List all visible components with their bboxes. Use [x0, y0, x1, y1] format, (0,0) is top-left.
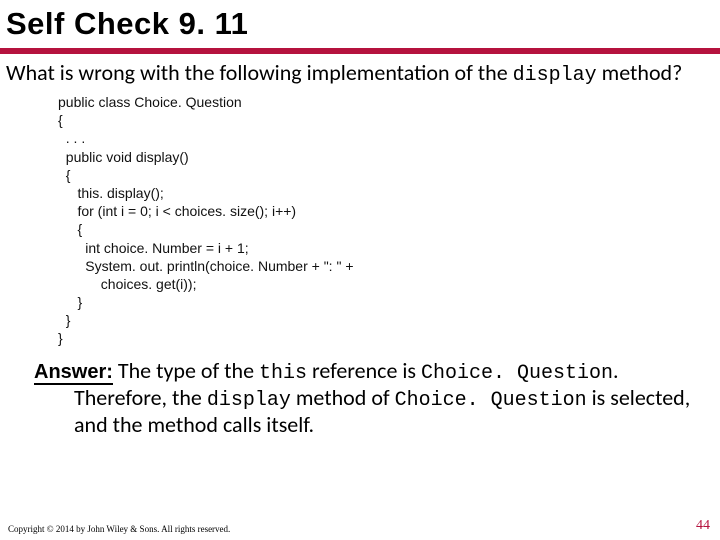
slide: Self Check 9. 11 What is wrong with the … [0, 0, 720, 540]
slide-title: Self Check 9. 11 [0, 0, 720, 46]
copyright-text: Copyright © 2014 by John Wiley & Sons. A… [8, 524, 230, 534]
answer-code-3: display [207, 389, 291, 412]
answer-text: Answer: The type of the this reference i… [0, 348, 720, 437]
title-rule [0, 48, 720, 54]
code-block: public class Choice. Question { . . . pu… [0, 87, 720, 348]
answer-code-4: Choice. Question [395, 389, 587, 412]
answer-label: Answer: [34, 361, 113, 385]
footer: Copyright © 2014 by John Wiley & Sons. A… [0, 516, 720, 534]
page-number: 44 [696, 518, 710, 534]
question-text: What is wrong with the following impleme… [0, 60, 720, 87]
question-code-word: display [513, 64, 597, 87]
answer-part-4: method of [291, 384, 395, 411]
question-pre: What is wrong with the following impleme… [6, 59, 513, 86]
answer-code-1: this [259, 362, 307, 385]
answer-code-2: Choice. Question [421, 362, 613, 385]
question-post: method? [597, 59, 683, 86]
answer-part-1: The type of the [113, 357, 259, 384]
answer-part-2: reference is [307, 357, 421, 384]
